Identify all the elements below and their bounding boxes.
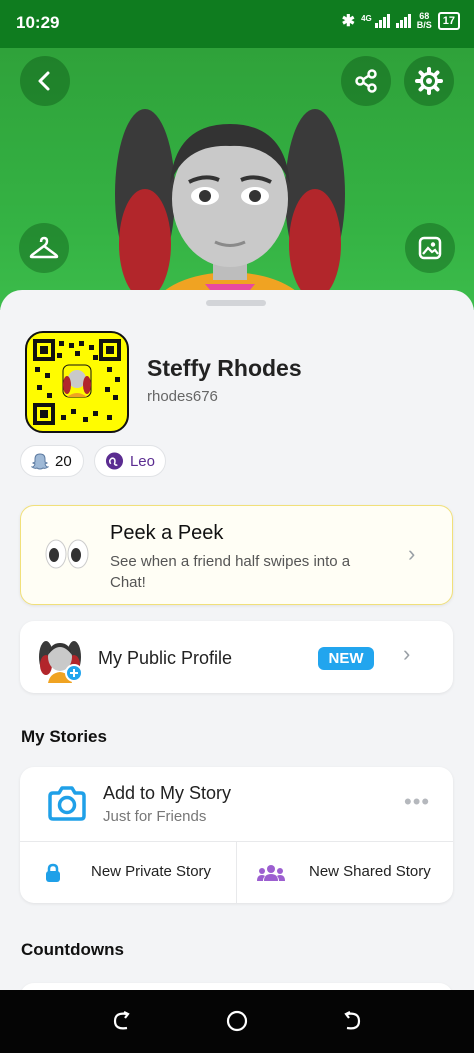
more-options-icon[interactable]: ••• [404,789,430,815]
add-to-story-title: Add to My Story [103,783,232,803]
recent-apps-icon[interactable] [111,1010,133,1032]
public-profile-card[interactable]: My Public Profile NEW › [20,621,453,693]
snap-ghost-icon [31,453,49,470]
outfit-button[interactable] [19,223,69,273]
network-speed: 68 B/S [417,12,432,30]
new-badge: NEW [318,647,374,670]
settings-gear-icon [415,67,443,95]
new-shared-story-label: New Shared Story [309,863,431,880]
bluetooth-icon: ✱ [341,13,356,30]
friends-chip[interactable]: 20 [20,445,84,477]
new-private-story-label: New Private Story [91,863,212,880]
home-icon[interactable] [225,1009,249,1033]
settings-button[interactable] [404,56,454,106]
network-type-label: 4G [361,14,372,23]
signal-4g: 4G [361,14,390,28]
profile-sheet: Steffy Rhodes rhodes676 20 Leo Peek a Pe… [0,290,474,1003]
chevron-right-icon: › [403,641,411,666]
eyes-icon [45,539,89,569]
lock-icon [46,863,60,882]
public-profile-avatar-icon [39,641,83,683]
snapcode-pattern-icon [33,339,121,425]
username: rhodes676 [147,388,218,405]
back-arrow-icon [38,71,50,91]
profile-header [0,48,474,310]
my-stories-heading: My Stories [21,727,107,746]
camera-icon [48,786,86,821]
battery-indicator: 17 [437,12,460,30]
friends-count: 20 [55,452,72,470]
system-nav-bar [0,990,474,1053]
my-stories-card: Add to My Story Just for Friends ••• New… [20,767,453,903]
zodiac-label: Leo [129,452,155,470]
public-profile-label: My Public Profile [98,648,233,668]
snapcode[interactable] [25,331,129,433]
hanger-icon [29,236,59,259]
add-to-my-story-row[interactable]: Add to My Story Just for Friends ••• [20,767,453,841]
status-bar: 10:29 ✱ 4G 68 B/S 17 [0,0,474,48]
group-icon [257,865,285,881]
share-icon [355,69,377,93]
new-shared-story-button[interactable]: New Shared Story [237,842,453,903]
peek-description: See when a friend half swipes into a Cha… [110,553,351,591]
chevron-right-icon: › [408,541,416,566]
photo-icon [418,236,442,260]
leo-zodiac-icon [105,452,124,470]
back-button[interactable] [20,56,70,106]
countdowns-heading: Countdowns [21,940,124,959]
share-button[interactable] [341,56,391,106]
zodiac-chip[interactable]: Leo [94,445,166,477]
add-to-story-subtitle: Just for Friends [103,808,207,825]
peek-title: Peek a Peek [110,522,224,544]
status-icons: ✱ 4G 68 B/S 17 [342,11,460,31]
selfie-button[interactable] [405,223,455,273]
status-time: 10:29 [16,13,60,32]
network-speed-unit: B/S [416,20,432,30]
peek-a-peek-card[interactable]: Peek a Peek See when a friend half swipe… [20,505,453,605]
new-private-story-button[interactable]: New Private Story [20,842,236,903]
bitmoji-avatar [115,109,345,310]
back-nav-icon[interactable] [341,1010,363,1032]
drag-handle[interactable] [206,300,266,306]
display-name: Steffy Rhodes [147,355,302,381]
signal-icon [395,14,411,28]
